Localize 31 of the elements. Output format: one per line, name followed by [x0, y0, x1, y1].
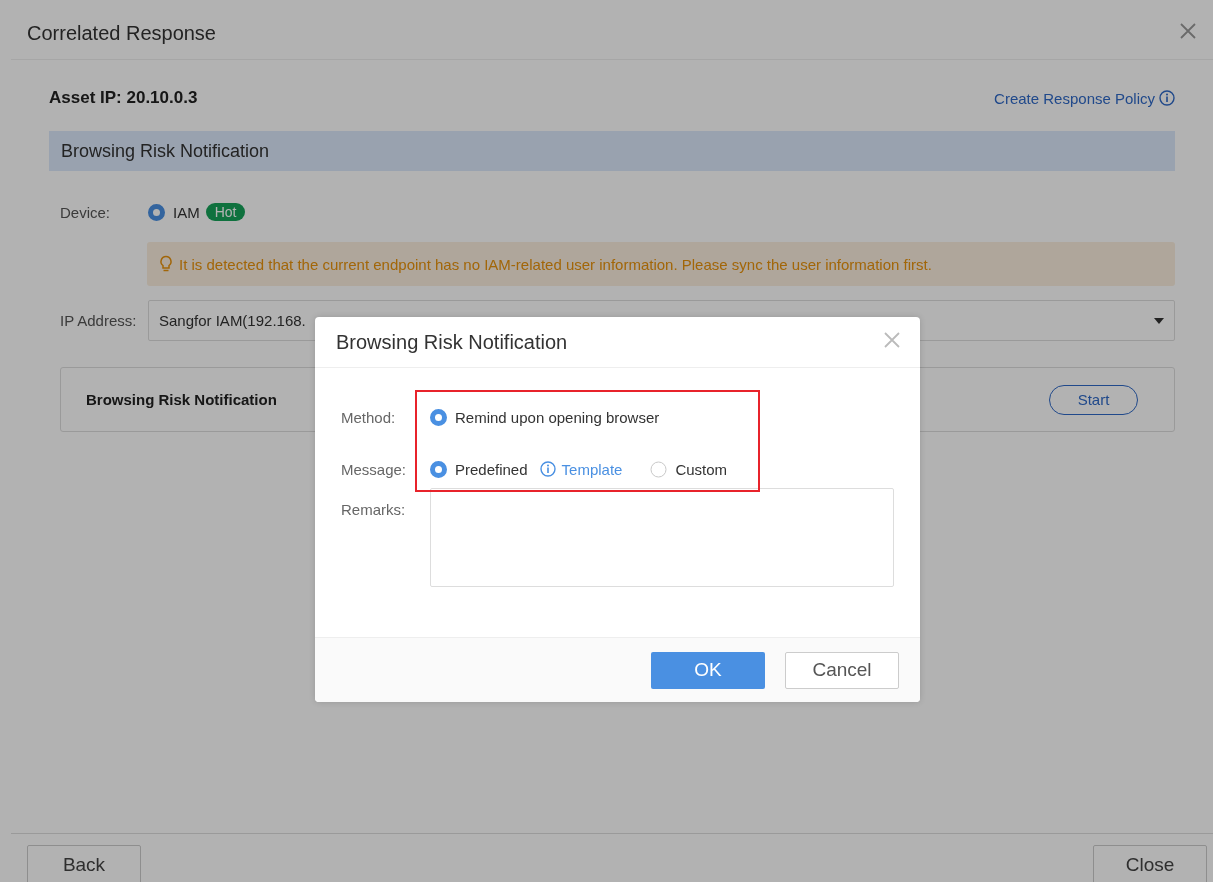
info-icon	[539, 461, 556, 477]
option-label[interactable]: Predefined	[455, 460, 528, 478]
back-button[interactable]: Back	[27, 845, 141, 882]
window-title: Correlated Response	[27, 22, 216, 45]
radio-button[interactable]	[650, 460, 668, 478]
close-button[interactable]: Close	[1093, 845, 1207, 882]
close-icon[interactable]	[1179, 22, 1197, 40]
asset-ip-label: Asset IP: 20.10.0.3	[49, 88, 198, 108]
field-label: IP Address:	[60, 312, 138, 329]
option-label[interactable]: IAM	[173, 203, 200, 221]
remarks-field[interactable]	[430, 488, 894, 587]
field-label: Remarks:	[341, 501, 407, 518]
radio-button[interactable]	[430, 460, 447, 478]
cancel-button[interactable]: Cancel	[785, 651, 899, 689]
radio-button[interactable]	[148, 203, 165, 221]
start-button[interactable]: Start	[1049, 384, 1138, 415]
field-label: Device:	[60, 203, 112, 221]
warning-text: It is detected that the current endpoint has no IAM-related user information. Please sync the user information first.	[179, 255, 932, 273]
option-label[interactable]: Custom	[675, 460, 728, 478]
hot-badge: Hot	[205, 203, 246, 221]
info-icon	[1159, 90, 1175, 106]
field-label: Message:	[341, 460, 408, 478]
option-label[interactable]: Remind upon opening browser	[455, 408, 660, 426]
radio-button[interactable]	[430, 408, 447, 426]
create-policy-link[interactable]: Create Response Policy	[994, 89, 1175, 107]
section-header: Browsing Risk Notification	[49, 131, 1175, 171]
field-label: Method:	[341, 408, 397, 426]
caret-icon	[1154, 317, 1164, 324]
close-icon[interactable]	[883, 330, 901, 349]
card-title: Browsing Risk Notification	[86, 391, 277, 408]
lightbulb-icon	[159, 255, 173, 273]
